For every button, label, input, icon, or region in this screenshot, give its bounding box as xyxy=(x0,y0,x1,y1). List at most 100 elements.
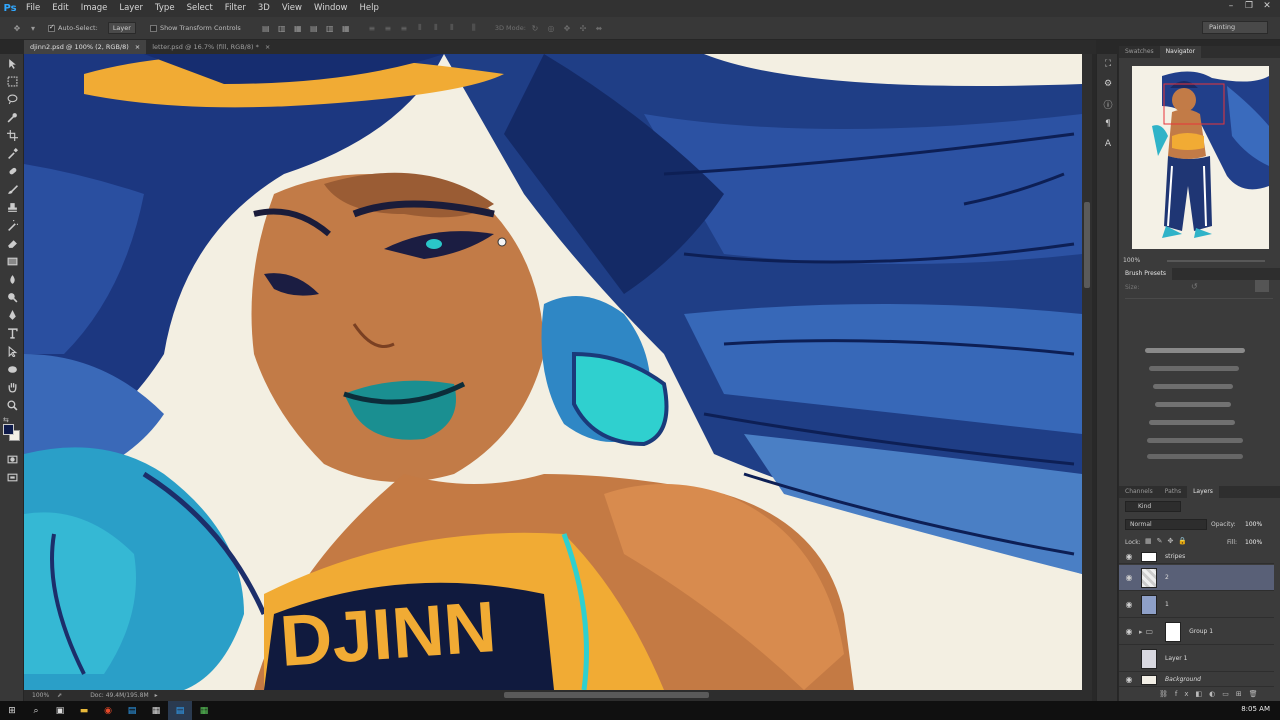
brush-preset-stroke[interactable] xyxy=(1147,438,1243,443)
3d-scale-icon[interactable]: ⬌ xyxy=(592,22,606,34)
distribute-hcenter-icon[interactable]: ⦀ xyxy=(429,22,443,34)
type-tool-icon[interactable] xyxy=(0,324,24,342)
hand-tool-icon[interactable] xyxy=(0,378,24,396)
vertical-scroll-thumb[interactable] xyxy=(1084,202,1090,288)
menu-image[interactable]: Image xyxy=(75,0,114,17)
tab-paths[interactable]: Paths xyxy=(1159,486,1187,498)
auto-select-checkbox[interactable] xyxy=(48,23,55,32)
eyedropper-tool-icon[interactable] xyxy=(0,144,24,162)
fill-value[interactable]: 100% xyxy=(1245,539,1262,546)
layer-name[interactable]: Group 1 xyxy=(1189,628,1213,635)
layer-row-stripes[interactable]: ◉ stripes xyxy=(1119,550,1274,564)
brush-preset-stroke[interactable] xyxy=(1149,366,1239,371)
file-explorer-icon[interactable]: ▬ xyxy=(72,701,96,720)
distribute-vcenter-icon[interactable]: ≡ xyxy=(381,22,395,34)
brush-preset-stroke[interactable] xyxy=(1149,420,1235,425)
brush-tool-icon[interactable] xyxy=(0,180,24,198)
tab-swatches[interactable]: Swatches xyxy=(1119,46,1160,58)
doc-tab-djinn2[interactable]: djinn2.psd @ 100% (2, RGB/8) × xyxy=(24,40,147,54)
menu-filter[interactable]: Filter xyxy=(219,0,252,17)
paragraph-panel-icon[interactable]: ¶ xyxy=(1097,114,1119,134)
align-right-icon[interactable]: ▦ xyxy=(339,22,353,34)
blur-tool-icon[interactable] xyxy=(0,270,24,288)
auto-select-target-select[interactable]: Layer xyxy=(107,22,136,34)
layer-row-layer-1[interactable]: ◉ Layer 1 xyxy=(1119,646,1274,672)
app-taskbar-icon[interactable]: ▦ xyxy=(144,701,168,720)
crop-tool-icon[interactable] xyxy=(0,126,24,144)
distribute-left-icon[interactable]: ⦀ xyxy=(413,22,427,34)
layer-name[interactable]: 1 xyxy=(1165,601,1169,608)
vertical-scrollbar[interactable] xyxy=(1082,54,1092,690)
photoshop-active-taskbar-icon[interactable]: ▤ xyxy=(168,701,192,720)
layer-actions-bar[interactable]: ⛓fx◧◐▭⊞🗑 xyxy=(1159,690,1279,700)
marquee-tool-icon[interactable] xyxy=(0,72,24,90)
tab-navigator[interactable]: Navigator xyxy=(1159,46,1202,58)
brush-preset-stroke[interactable] xyxy=(1147,454,1243,459)
distribute-top-icon[interactable]: ≡ xyxy=(365,22,379,34)
menu-view[interactable]: View xyxy=(276,0,308,17)
zoom-level[interactable]: 100% xyxy=(32,692,49,699)
colorful-app-icon[interactable]: ▦ xyxy=(192,701,216,720)
transform-controls-checkbox[interactable] xyxy=(149,24,157,32)
move-tool-icon[interactable] xyxy=(0,54,24,72)
3d-roll-icon[interactable]: ◎ xyxy=(544,22,558,34)
dodge-tool-icon[interactable] xyxy=(0,288,24,306)
workspace-select[interactable]: Painting xyxy=(1202,21,1268,34)
healing-brush-tool-icon[interactable] xyxy=(0,162,24,180)
menu-select[interactable]: Select xyxy=(181,0,219,17)
chrome-icon[interactable]: ◉ xyxy=(96,701,120,720)
blend-mode-select[interactable]: Normal xyxy=(1125,519,1207,530)
layer-filter-select[interactable]: Kind xyxy=(1125,501,1181,512)
visibility-eye-icon[interactable]: ◉ xyxy=(1123,600,1135,609)
layer-row-1[interactable]: ◉ 1 xyxy=(1119,592,1274,618)
document-canvas[interactable]: DJINN xyxy=(24,54,1082,690)
quick-select-tool-icon[interactable] xyxy=(0,108,24,126)
history-panel-icon[interactable]: ⛶ xyxy=(1097,54,1119,74)
navigator-zoom[interactable]: 100% xyxy=(1123,257,1140,264)
menu-type[interactable]: Type xyxy=(149,0,181,17)
task-view-icon[interactable]: ▣ xyxy=(48,701,72,720)
clone-stamp-tool-icon[interactable] xyxy=(0,198,24,216)
brush-preset-stroke[interactable] xyxy=(1153,384,1233,389)
foreground-color-swatch[interactable] xyxy=(3,424,14,435)
photoshop-taskbar-icon[interactable]: ▤ xyxy=(120,701,144,720)
visibility-eye-icon[interactable]: ◉ xyxy=(1123,627,1135,636)
close-tab-icon[interactable]: × xyxy=(265,40,270,54)
distribute-bottom-icon[interactable]: ≡ xyxy=(397,22,411,34)
visibility-eye-icon[interactable]: ◉ xyxy=(1123,675,1135,684)
opacity-value[interactable]: 100% xyxy=(1245,521,1262,528)
align-vcenter-icon[interactable]: ▥ xyxy=(275,22,289,34)
reset-brush-icon[interactable]: ↺ xyxy=(1191,282,1198,291)
align-hcenter-icon[interactable]: ▥ xyxy=(323,22,337,34)
lock-icons[interactable]: ▦✎✥🔒 xyxy=(1145,537,1192,545)
brush-preset-stroke[interactable] xyxy=(1145,348,1245,353)
character-panel-icon[interactable]: A xyxy=(1097,134,1119,154)
shape-tool-icon[interactable] xyxy=(0,360,24,378)
auto-align-icon[interactable]: ⫼ xyxy=(467,22,481,34)
restore-button[interactable]: ❐ xyxy=(1240,0,1258,15)
status-menu-arrow-icon[interactable]: ▸ xyxy=(155,692,158,699)
align-left-icon[interactable]: ▤ xyxy=(307,22,321,34)
search-icon[interactable]: ⌕ xyxy=(24,701,48,720)
visibility-eye-icon[interactable]: ◉ xyxy=(1123,654,1135,663)
properties-panel-icon[interactable]: ⚙ xyxy=(1097,74,1119,94)
3d-rotate-icon[interactable]: ↻ xyxy=(528,22,542,34)
layer-row-background[interactable]: ◉ Background xyxy=(1119,673,1274,687)
new-brush-preset-icon[interactable] xyxy=(1255,280,1269,292)
path-select-tool-icon[interactable] xyxy=(0,342,24,360)
screen-mode-icon[interactable] xyxy=(0,468,24,486)
visibility-eye-icon[interactable]: ◉ xyxy=(1123,552,1135,561)
align-top-icon[interactable]: ▤ xyxy=(259,22,273,34)
3d-drag-icon[interactable]: ✥ xyxy=(560,22,574,34)
layer-name[interactable]: stripes xyxy=(1165,553,1185,560)
menu-window[interactable]: Window xyxy=(308,0,354,17)
menu-3d[interactable]: 3D xyxy=(252,0,276,17)
brush-size-slider[interactable] xyxy=(1125,298,1273,299)
layer-name[interactable]: Layer 1 xyxy=(1165,655,1187,662)
doc-tab-letter[interactable]: letter.psd @ 16.7% (fill, RGB/8) * × xyxy=(146,40,276,54)
system-clock[interactable]: 8:05 AM xyxy=(1241,705,1270,713)
expand-group-icon[interactable]: ▸ xyxy=(1139,628,1143,636)
info-panel-icon[interactable]: ⓘ xyxy=(1097,94,1119,114)
brush-preset-stroke[interactable] xyxy=(1155,402,1231,407)
start-button-icon[interactable]: ⊞ xyxy=(0,701,24,720)
